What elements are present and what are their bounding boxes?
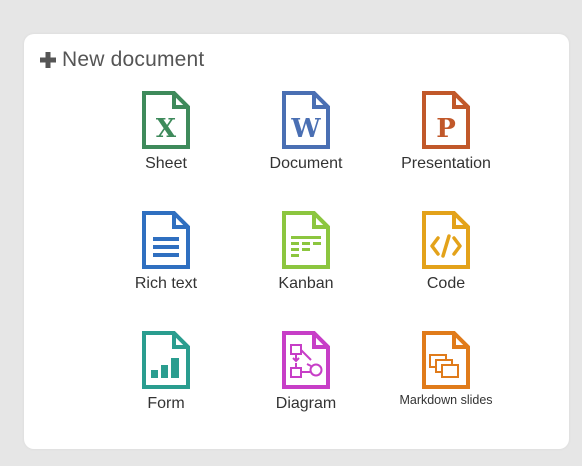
new-sheet-button[interactable]: X Sheet: [96, 90, 236, 210]
presentation-label: Presentation: [401, 155, 491, 172]
rich-text-label: Rich text: [134, 275, 198, 292]
code-label: Code: [426, 275, 466, 292]
new-document-panel: New document X Sheet W Document P Presen…: [24, 34, 569, 449]
panel-header: New document: [39, 46, 204, 74]
rich-text-icon: [142, 211, 190, 269]
new-rich-text-button[interactable]: Rich text: [96, 210, 236, 330]
document-glyph: W: [290, 114, 321, 144]
document-type-grid: X Sheet W Document P Presentation Rich t…: [96, 90, 516, 450]
presentation-glyph: P: [436, 114, 456, 144]
sheet-glyph: X: [156, 114, 177, 144]
panel-title: New document: [62, 48, 205, 71]
diagram-label: Diagram: [275, 395, 337, 412]
new-markdown-slides-button[interactable]: Markdown slides: [376, 330, 516, 450]
markdown-slides-icon: [422, 331, 470, 389]
document-label: Document: [269, 155, 343, 172]
form-label: Form: [147, 395, 185, 412]
new-kanban-button[interactable]: Kanban: [236, 210, 376, 330]
new-diagram-button[interactable]: Diagram: [236, 330, 376, 450]
new-presentation-button[interactable]: P Presentation: [376, 90, 516, 210]
kanban-label: Kanban: [278, 275, 334, 292]
presentation-icon: P: [422, 91, 470, 149]
markdown-slides-label: Markdown slides: [399, 393, 493, 407]
new-document-button[interactable]: W Document: [236, 90, 376, 210]
plus-icon: [40, 52, 56, 68]
form-icon: [142, 331, 190, 389]
sheet-label: Sheet: [145, 155, 187, 172]
sheet-icon: X: [142, 91, 190, 149]
new-code-button[interactable]: Code: [376, 210, 516, 330]
new-form-button[interactable]: Form: [96, 330, 236, 450]
kanban-icon: [282, 211, 330, 269]
document-icon: W: [282, 91, 330, 149]
code-icon: [422, 211, 470, 269]
diagram-icon: [282, 331, 330, 389]
